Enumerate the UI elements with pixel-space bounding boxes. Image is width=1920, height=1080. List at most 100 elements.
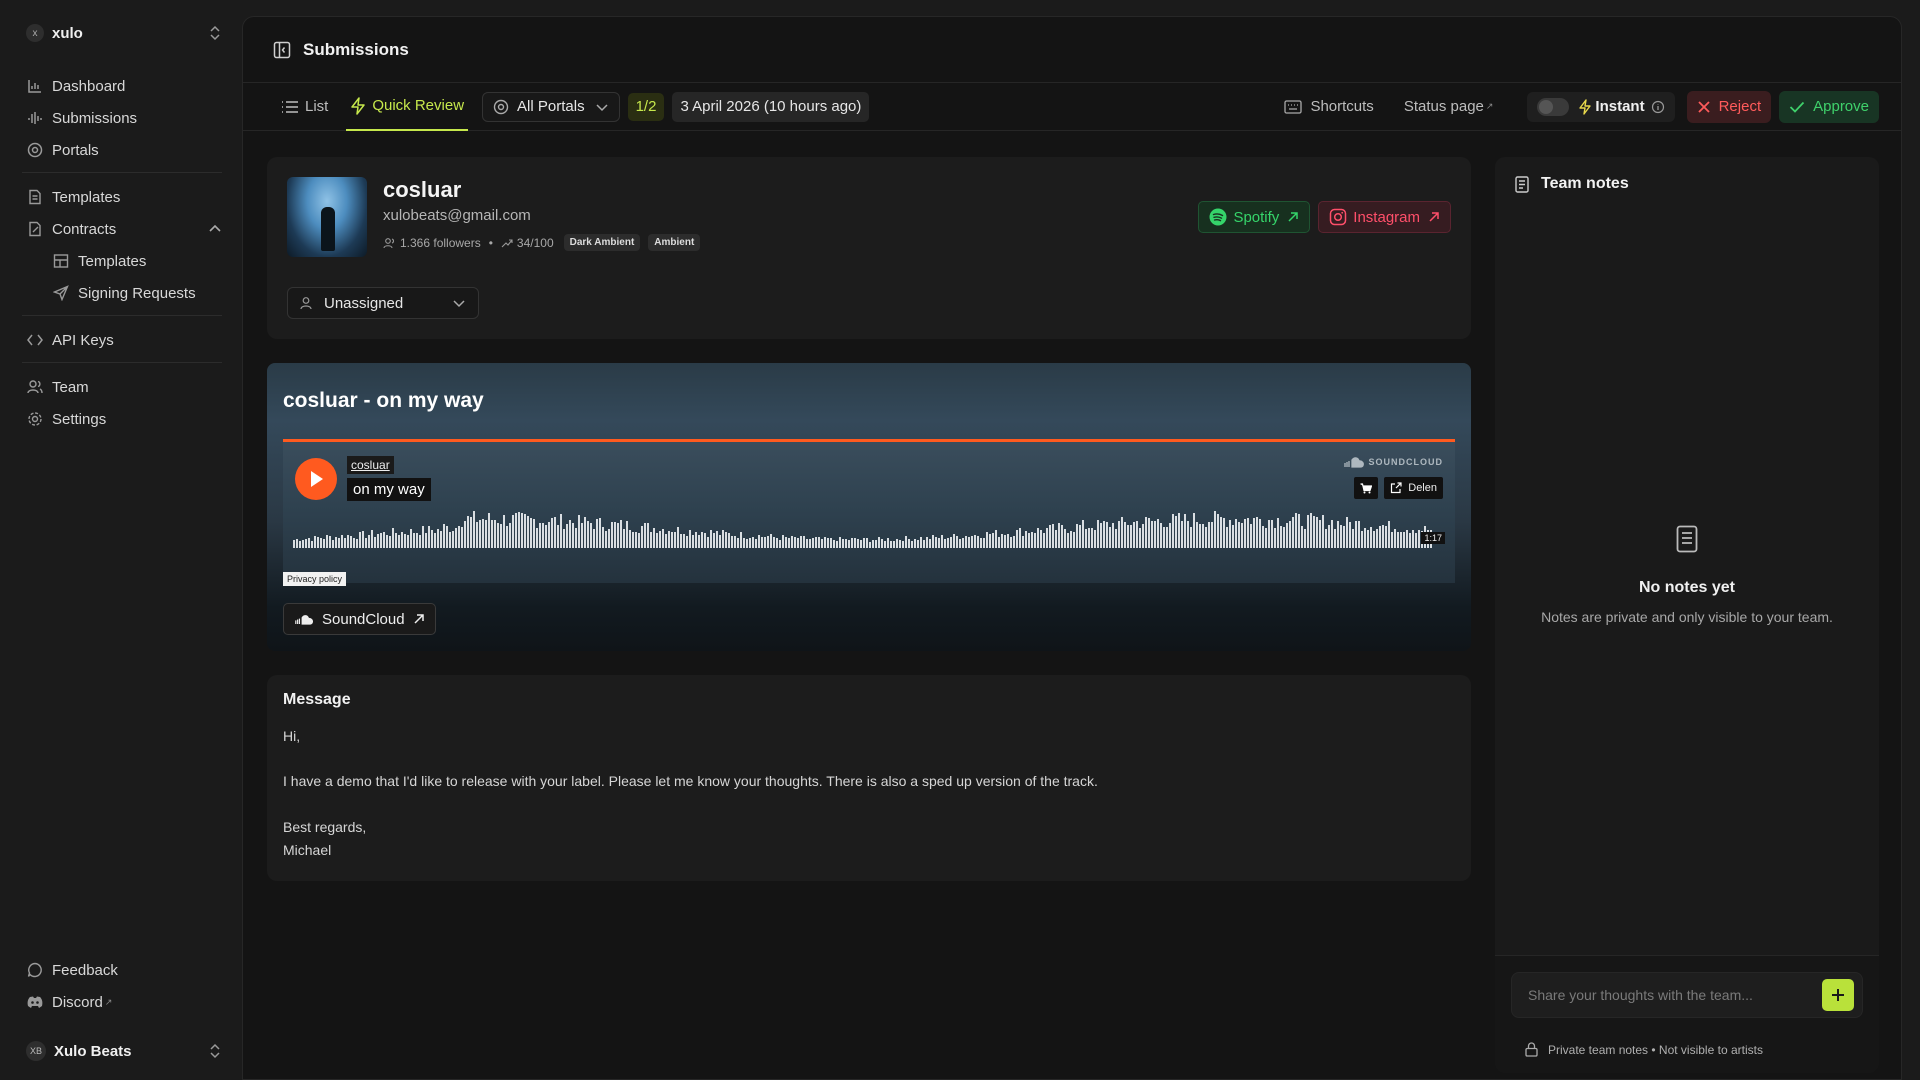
status-page-label: Status page bbox=[1403, 98, 1484, 115]
waveform-bar bbox=[524, 514, 526, 548]
chevron-up-icon[interactable] bbox=[208, 222, 222, 236]
toggle-switch[interactable] bbox=[1537, 97, 1570, 116]
waveform-bar bbox=[1415, 533, 1417, 548]
waveform-bar bbox=[1073, 532, 1075, 548]
waveform-bar bbox=[1151, 521, 1153, 548]
waveform-bar bbox=[1136, 521, 1138, 548]
sidebar: x xulo Dashboard Submissions Portals Tem… bbox=[0, 0, 242, 1080]
waveform-bar bbox=[1298, 514, 1300, 548]
waveform-bar bbox=[1052, 524, 1054, 548]
sidebar-item-portals[interactable]: Portals bbox=[26, 134, 222, 166]
tab-list[interactable]: List bbox=[277, 83, 332, 131]
message-card: Message Hi, I have a demo that I'd like … bbox=[267, 675, 1471, 881]
waveform-bar bbox=[293, 540, 295, 548]
play-button[interactable] bbox=[295, 458, 337, 500]
waveform-bar bbox=[1346, 517, 1348, 548]
sidebar-item-discord[interactable]: Discord ↗ bbox=[26, 986, 222, 1018]
waveform-bar bbox=[1223, 518, 1225, 548]
workspace-name: xulo bbox=[52, 24, 83, 42]
soundcloud-logo[interactable]: SOUNDCLOUD bbox=[1343, 456, 1444, 468]
waveform-bar bbox=[1103, 521, 1105, 548]
lightning-icon bbox=[350, 96, 366, 115]
waveform-bar bbox=[380, 533, 382, 548]
user-switcher[interactable]: XB Xulo Beats bbox=[26, 1036, 222, 1066]
lightning-icon bbox=[1579, 98, 1592, 115]
waveform-bar bbox=[878, 537, 880, 548]
info-icon[interactable] bbox=[1651, 100, 1665, 114]
waveform-bar bbox=[890, 541, 892, 548]
waveform-bar bbox=[833, 540, 835, 548]
sidebar-toggle-icon[interactable] bbox=[273, 41, 291, 59]
spotify-link[interactable]: Spotify bbox=[1198, 201, 1311, 233]
waveform-bar bbox=[1235, 519, 1237, 548]
add-note-button[interactable] bbox=[1822, 979, 1854, 1011]
waveform[interactable] bbox=[293, 508, 1433, 548]
audio-waveform-icon bbox=[26, 109, 44, 127]
reject-button[interactable]: Reject bbox=[1686, 90, 1772, 123]
buy-button[interactable] bbox=[1354, 477, 1379, 499]
player-track-title[interactable]: on my way bbox=[347, 478, 431, 501]
waveform-bar bbox=[1205, 527, 1207, 548]
sidebar-item-templates[interactable]: Templates bbox=[26, 181, 222, 213]
privacy-policy-link[interactable]: Privacy policy bbox=[283, 572, 347, 586]
waveform-bar bbox=[1058, 523, 1060, 548]
sidebar-item-contracts[interactable]: Contracts bbox=[26, 213, 222, 245]
instant-toggle[interactable]: Instant bbox=[1527, 91, 1675, 122]
waveform-bar bbox=[1142, 524, 1144, 548]
waveform-bar bbox=[1115, 529, 1117, 548]
waveform-bar bbox=[734, 536, 736, 548]
status-page-link[interactable]: Status page ↗ bbox=[1404, 98, 1494, 115]
waveform-bar bbox=[860, 540, 862, 548]
waveform-bar bbox=[560, 514, 562, 548]
sidebar-item-dashboard[interactable]: Dashboard bbox=[26, 70, 222, 102]
waveform-bar bbox=[1265, 528, 1267, 548]
sidebar-item-label: Discord bbox=[52, 993, 103, 1011]
share-button[interactable]: Delen bbox=[1384, 477, 1443, 499]
waveform-bar bbox=[938, 538, 940, 548]
artist-avatar bbox=[287, 177, 367, 257]
notes-privacy-info: Private team notes • Not visible to arti… bbox=[1525, 1042, 1763, 1057]
notes-composer: Private team notes • Not visible to arti… bbox=[1495, 955, 1879, 1073]
sidebar-item-api-keys[interactable]: API Keys bbox=[26, 324, 222, 356]
player-artist-link[interactable]: cosluar bbox=[347, 456, 394, 474]
waveform-bar bbox=[1337, 521, 1339, 548]
assignee-select[interactable]: Unassigned bbox=[287, 287, 479, 319]
waveform-bar bbox=[953, 534, 955, 548]
sidebar-item-settings[interactable]: Settings bbox=[26, 403, 222, 435]
soundcloud-link[interactable]: SoundCloud bbox=[283, 603, 436, 635]
waveform-bar bbox=[1184, 514, 1186, 548]
artist-card: cosluar xulobeats@gmail.com 1.366 follow… bbox=[267, 157, 1471, 339]
waveform-bar bbox=[668, 531, 670, 548]
portal-select[interactable]: All Portals bbox=[482, 91, 620, 122]
sidebar-item-submissions[interactable]: Submissions bbox=[26, 102, 222, 134]
waveform-bar bbox=[572, 523, 574, 548]
sidebar-item-signing-requests[interactable]: Signing Requests bbox=[26, 277, 222, 309]
instagram-link[interactable]: Instagram bbox=[1318, 201, 1451, 233]
approve-button[interactable]: Approve bbox=[1779, 90, 1879, 123]
workspace-switcher[interactable]: x xulo bbox=[26, 18, 222, 48]
waveform-bar bbox=[863, 538, 865, 548]
waveform-bar bbox=[914, 539, 916, 548]
waveform-bar bbox=[794, 537, 796, 548]
waveform-bar bbox=[1376, 529, 1378, 548]
waveform-bar bbox=[815, 537, 817, 548]
chevron-down-icon bbox=[596, 103, 608, 111]
artist-info: cosluar xulobeats@gmail.com 1.366 follow… bbox=[383, 177, 701, 251]
note-input[interactable] bbox=[1528, 987, 1822, 1003]
submission-detail: cosluar xulobeats@gmail.com 1.366 follow… bbox=[267, 157, 1471, 881]
sidebar-item-feedback[interactable]: Feedback bbox=[26, 954, 222, 986]
waveform-bar bbox=[947, 538, 949, 548]
waveform-bar bbox=[788, 538, 790, 548]
waveform-bar bbox=[1070, 531, 1072, 548]
divider bbox=[22, 315, 222, 316]
waveform-bar bbox=[1301, 526, 1303, 548]
waveform-bar bbox=[977, 536, 979, 548]
shortcuts-button[interactable]: Shortcuts bbox=[1284, 98, 1374, 115]
waveform-bar bbox=[479, 520, 481, 548]
sidebar-item-team[interactable]: Team bbox=[26, 371, 222, 403]
sidebar-item-contract-templates[interactable]: Templates bbox=[26, 245, 222, 277]
tab-quick-review[interactable]: Quick Review bbox=[346, 83, 469, 131]
waveform-bar bbox=[671, 532, 673, 548]
waveform-bar bbox=[401, 532, 403, 548]
waveform-bar bbox=[650, 532, 652, 548]
